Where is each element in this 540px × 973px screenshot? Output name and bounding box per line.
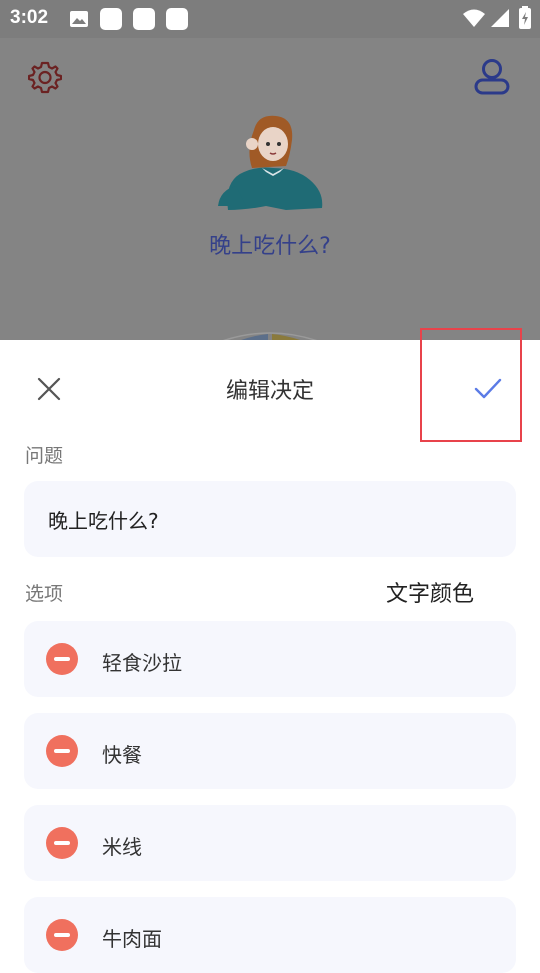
background-question-text: 晚上吃什么? (209, 234, 331, 259)
remove-option-icon[interactable] (46, 827, 78, 859)
remove-option-icon[interactable] (46, 919, 78, 951)
settings-gear-icon[interactable] (27, 60, 63, 94)
notification-square-icon (100, 8, 122, 30)
option-label: 米线 (102, 835, 142, 859)
option-row[interactable]: 牛肉面 (24, 897, 516, 973)
image-icon (69, 9, 89, 33)
option-row[interactable]: 轻食沙拉 (24, 621, 516, 697)
highlight-box (420, 328, 522, 442)
option-label: 快餐 (102, 743, 142, 767)
girl-thinking-illustration (206, 110, 330, 214)
question-input[interactable] (24, 481, 516, 557)
status-time: 3:02 (10, 7, 49, 28)
wifi-icon (462, 8, 486, 32)
battery-icon (518, 6, 532, 34)
notification-square-icon (133, 8, 155, 30)
text-color-button[interactable]: 文字颜色 (386, 576, 474, 608)
background-screen: 晚上吃什么? (0, 38, 540, 340)
user-profile-icon[interactable] (473, 58, 511, 96)
options-section-label: 选项 (25, 583, 64, 605)
signal-icon (490, 8, 510, 32)
remove-option-icon[interactable] (46, 643, 78, 675)
decision-wheel (150, 308, 390, 340)
option-row[interactable]: 米线 (24, 805, 516, 881)
status-bar: 3:02 (0, 0, 540, 38)
edit-decision-sheet: 编辑决定 问题 选项 文字颜色 轻食沙拉 快餐 米线 牛肉面 (0, 328, 540, 973)
remove-option-icon[interactable] (46, 735, 78, 767)
notification-square-icon (166, 8, 188, 30)
option-row[interactable]: 快餐 (24, 713, 516, 789)
option-label: 牛肉面 (102, 927, 162, 951)
option-label: 轻食沙拉 (102, 651, 182, 675)
question-section-label: 问题 (25, 445, 64, 467)
